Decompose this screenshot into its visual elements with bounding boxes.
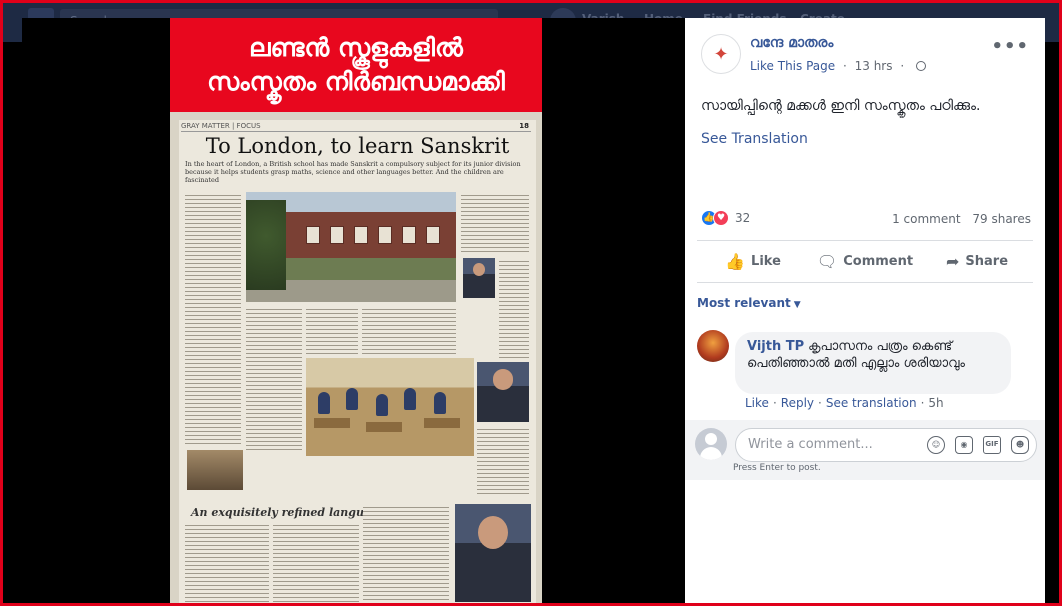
share-button-label: Share [965, 253, 1009, 269]
text-column [477, 426, 529, 494]
paper-lede: In the heart of London, a British school… [185, 160, 521, 184]
post-text: സായിപ്പിന്റെ മക്കൾ ഇനി സംസ്കൃതം പഠിക്കും… [701, 98, 981, 114]
comment-input-placeholder: Write a comment... [748, 437, 873, 452]
classroom-inset-photo [187, 450, 243, 490]
see-translation-link[interactable]: See Translation [701, 131, 808, 147]
portrait-photo [477, 362, 529, 422]
sidebar-column [499, 258, 529, 358]
page-logo-icon: ✦ [713, 43, 729, 65]
comment-actions: Like · Reply · See translation · 5h [745, 396, 944, 410]
engagement-counts: 1 comment 79 shares [892, 212, 1031, 226]
link-separator: · [920, 396, 925, 410]
meta-separator: · [842, 59, 847, 73]
like-page-link[interactable]: Like This Page [750, 59, 835, 73]
post-header: ✦ വന്ദേ മാതരം Like This Page · 13 hrs · … [685, 18, 1045, 88]
comments-count-link[interactable]: 1 comment [892, 212, 960, 226]
school-building-photo [246, 192, 456, 302]
comment-author-link[interactable]: Vijth TP [747, 339, 804, 354]
classroom-photo [306, 358, 474, 456]
headline-banner: ലണ്ടൻ സ്കൂളുകളിൽ സംസ്കൃതം നിർബന്ധമാക്കി [170, 18, 542, 112]
comment-time[interactable]: 5h [928, 396, 943, 410]
text-column [273, 522, 359, 602]
share-arrow-icon: ➦ [945, 251, 960, 271]
thumbs-up-icon: 👍 [725, 251, 746, 271]
gif-icon[interactable]: GIF [983, 436, 1001, 454]
comment-button[interactable]: 🗨 Comment [809, 242, 921, 280]
sidebar-column [461, 192, 529, 252]
text-column [306, 306, 358, 354]
globe-icon [915, 61, 926, 71]
link-separator: · [818, 396, 822, 410]
comment-sort-dropdown[interactable]: Most relevant ▼ [697, 296, 801, 310]
sticker-icon[interactable]: ☻ [1011, 436, 1029, 454]
portrait-photo [463, 258, 495, 298]
press-enter-hint: Press Enter to post. [733, 463, 821, 473]
paper-headline: To London, to learn Sanskrit [205, 134, 510, 158]
tree-shape [246, 200, 286, 290]
emoji-icon[interactable]: ☺ [927, 436, 945, 454]
page-avatar[interactable]: ✦ [701, 34, 741, 74]
like-button[interactable]: 👍 Like [697, 242, 809, 280]
photo-viewer: ലണ്ടൻ സ്കൂളുകളിൽ സംസ്കൃതം നിർബന്ധമാക്കി … [22, 18, 685, 606]
reaction-count[interactable]: 32 [735, 211, 750, 225]
like-button-label: Like [751, 253, 781, 269]
comment-reply-link[interactable]: Reply [781, 396, 814, 410]
post-meta: Like This Page · 13 hrs · [750, 59, 926, 73]
commenter-avatar[interactable] [697, 330, 729, 362]
paper-section: GRAY MATTER | FOCUS [181, 122, 261, 130]
share-button[interactable]: ➦ Share [921, 242, 1033, 280]
banner-line-1: ലണ്ടൻ സ്കൂളുകളിൽ [249, 33, 463, 62]
banner-line-2: സംസ്കൃതം നിർബന്ധമാക്കി [207, 67, 505, 96]
comment-bubble: Vijth TP കൃപാസനം പത്രം കെണ്ട് പെതിഞ്ഞാൽ മ… [735, 332, 1011, 394]
text-column [363, 504, 449, 602]
portrait-photo [455, 504, 531, 602]
comment-like-link[interactable]: Like [745, 396, 769, 410]
love-reaction-icon[interactable]: ♥ [713, 210, 729, 226]
link-separator: · [772, 396, 777, 410]
sort-label: Most relevant [697, 296, 791, 310]
post-photo[interactable]: ലണ്ടൻ സ്കൂളുകളിൽ സംസ്കൃതം നിർബന്ധമാക്കി … [170, 18, 542, 606]
post-card: ✦ വന്ദേ മാതരം Like This Page · 13 hrs · … [685, 18, 1045, 606]
divider [697, 240, 1033, 241]
newspaper-clipping: GRAY MATTER | FOCUS 18 To London, to lea… [179, 120, 536, 606]
post-action-bar: 👍 Like 🗨 Comment ➦ Share [697, 242, 1033, 280]
meta-separator: · [900, 59, 905, 73]
comment-see-translation-link[interactable]: See translation [826, 396, 917, 410]
paper-section-header: GRAY MATTER | FOCUS 18 [181, 122, 531, 132]
camera-icon[interactable]: ◉ [955, 436, 973, 454]
page-name-link[interactable]: വന്ദേ മാതരം [750, 35, 833, 51]
post-time[interactable]: 13 hrs [855, 59, 893, 73]
more-options-icon[interactable]: ••• [991, 36, 1029, 57]
text-column [362, 306, 456, 354]
composer-icons: ☺ ◉ GIF ☻ [927, 436, 1029, 454]
text-column [246, 306, 302, 452]
paper-subheadline: An exquisitely refined language [191, 506, 386, 519]
reactions-bar: 👍 ♥ 32 1 comment 79 shares [701, 209, 1031, 229]
speech-bubble-icon: 🗨 [816, 251, 838, 271]
divider [697, 282, 1033, 283]
comment-button-label: Comment [843, 253, 914, 269]
text-column [185, 522, 269, 602]
chevron-down-icon: ▼ [793, 300, 801, 310]
paper-page-number: 18 [519, 122, 529, 130]
current-user-avatar [695, 428, 727, 460]
text-column [185, 192, 241, 447]
shares-count-link[interactable]: 79 shares [972, 212, 1031, 226]
